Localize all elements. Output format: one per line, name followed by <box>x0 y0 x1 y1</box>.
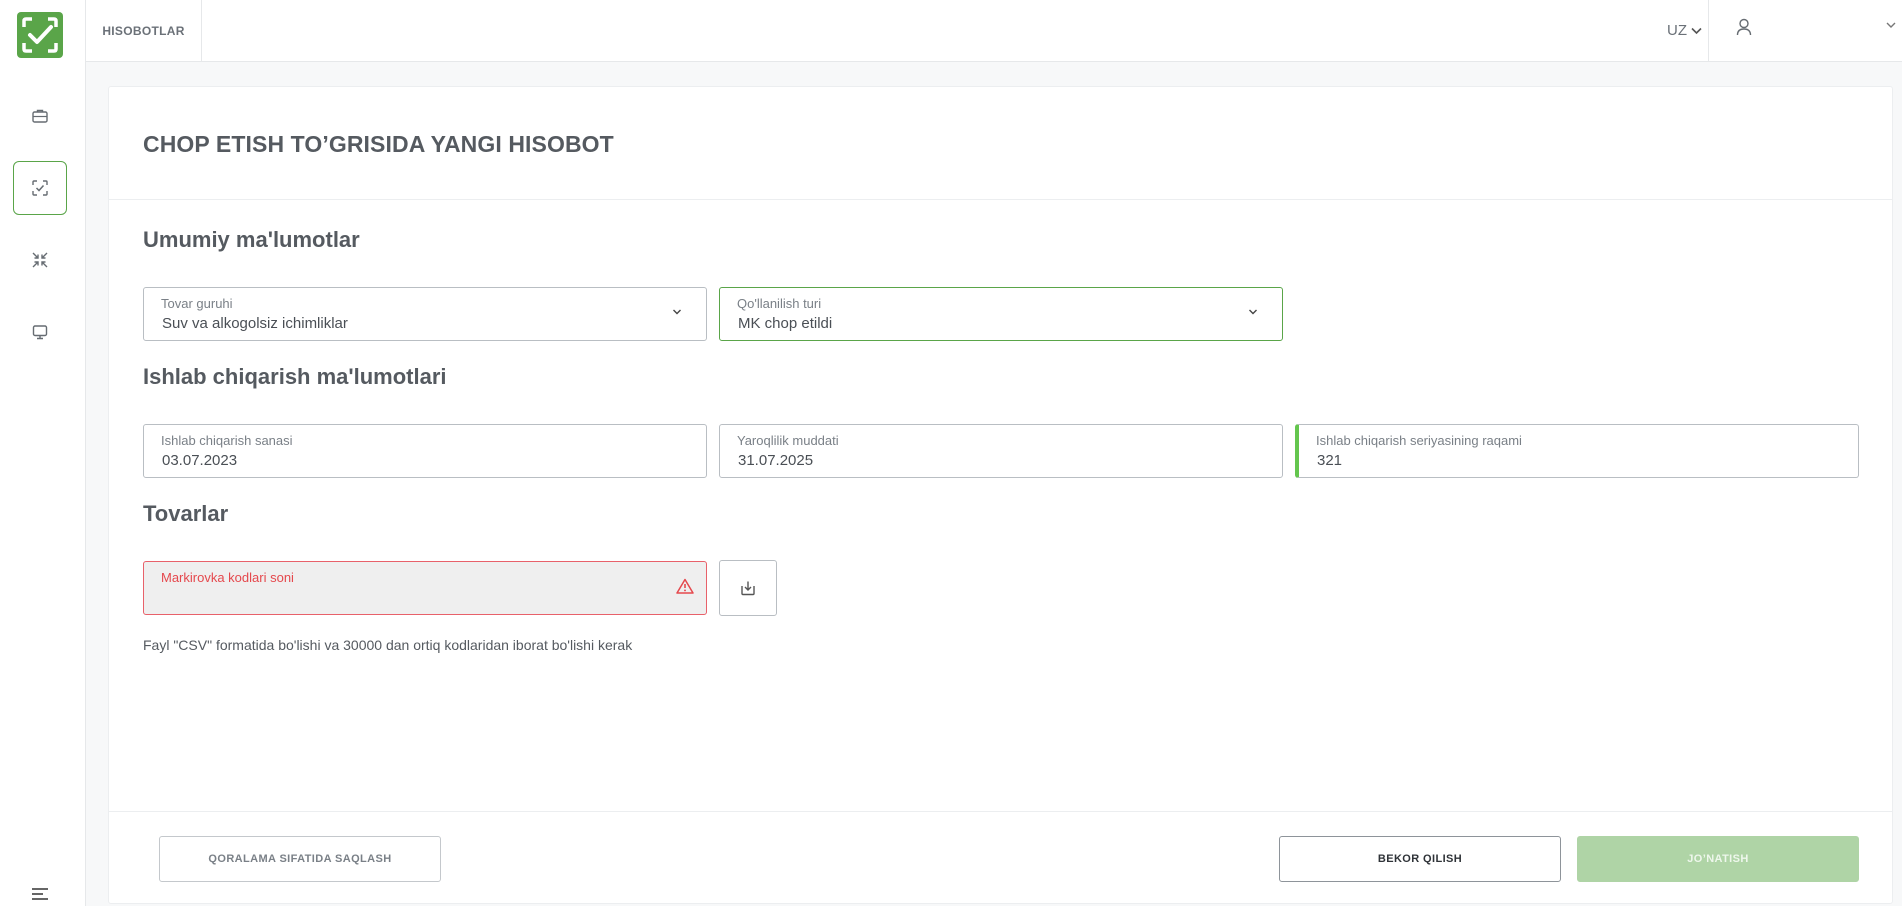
logo-check-icon <box>22 17 58 53</box>
chevron-down-icon <box>1691 27 1702 34</box>
marking-codes-field[interactable]: Markirovka kodlari soni <box>143 561 707 615</box>
chevron-down-icon <box>673 309 681 315</box>
menu-icon[interactable] <box>31 887 49 901</box>
sidebar-item-devices[interactable] <box>13 305 67 359</box>
batch-number-field[interactable]: Ishlab chiqarish seriyasining raqami 321 <box>1295 424 1859 478</box>
section-title-general: Umumiy ma'lumotlar <box>143 227 360 252</box>
expiry-date-value: 31.07.2025 <box>738 452 814 469</box>
tab-reports[interactable]: HISOBOTLAR <box>86 0 202 61</box>
section-title-goods: Tovarlar <box>143 501 229 526</box>
upload-csv-button[interactable] <box>719 560 777 616</box>
briefcase-icon <box>32 109 48 123</box>
production-date-value: 03.07.2023 <box>162 452 238 469</box>
cancel-button[interactable]: BEKOR QILISH <box>1279 836 1561 882</box>
production-date-field[interactable]: Ishlab chiqarish sanasi 03.07.2023 <box>143 424 707 478</box>
usage-type-select[interactable]: Qo'llanilish turi MK chop etildi <box>719 287 1283 341</box>
upload-icon <box>741 581 755 596</box>
expiry-date-label: Yaroqlilik muddati <box>737 433 839 448</box>
card-header: CHOP ETISH TO’GRISIDA YANGI HISOBOT <box>109 87 1892 200</box>
report-form-card: CHOP ETISH TO’GRISIDA YANGI HISOBOT Umum… <box>108 86 1893 904</box>
scan-check-icon <box>32 180 48 196</box>
user-icon <box>1736 18 1752 36</box>
app-logo[interactable] <box>17 12 63 58</box>
section-title-production: Ishlab chiqarish ma'lumotlari <box>143 364 447 389</box>
sidebar-item-reports[interactable] <box>13 161 67 215</box>
marking-codes-label: Markirovka kodlari soni <box>161 570 294 585</box>
language-selector[interactable]: UZ <box>1661 0 1709 61</box>
save-draft-button[interactable]: QORALAMA SIFATIDA SAQLASH <box>159 836 441 882</box>
page-title: CHOP ETISH TO’GRISIDA YANGI HISOBOT <box>143 131 614 157</box>
product-group-select[interactable]: Tovar guruhi Suv va alkogolsiz ichimlikl… <box>143 287 707 341</box>
production-date-label: Ishlab chiqarish sanasi <box>161 433 293 448</box>
usage-type-label: Qo'llanilish turi <box>737 296 822 311</box>
language-code: UZ <box>1667 22 1687 39</box>
sidebar-item-briefcase[interactable] <box>13 89 67 143</box>
chevron-down-icon <box>1886 22 1896 28</box>
sidebar <box>0 0 86 906</box>
expiry-date-field[interactable]: Yaroqlilik muddati 31.07.2025 <box>719 424 1283 478</box>
user-menu[interactable] <box>1709 0 1902 61</box>
chevron-down-icon <box>1249 309 1257 315</box>
compress-arrows-icon <box>32 252 48 268</box>
monitor-icon <box>32 325 48 340</box>
submit-button[interactable]: JO’NATISH <box>1577 836 1859 882</box>
usage-type-value: MK chop etildi <box>738 315 833 332</box>
sidebar-item-aggregation[interactable] <box>13 233 67 287</box>
batch-number-value: 321 <box>1317 452 1343 469</box>
csv-hint-text: Fayl "CSV" formatida bo'lishi va 30000 d… <box>143 637 633 653</box>
product-group-label: Tovar guruhi <box>161 296 233 311</box>
product-group-value: Suv va alkogolsiz ichimliklar <box>162 315 348 332</box>
batch-number-label: Ishlab chiqarish seriyasining raqami <box>1316 433 1522 448</box>
warning-icon <box>676 578 694 594</box>
top-bar: HISOBOTLAR UZ <box>86 0 1902 62</box>
